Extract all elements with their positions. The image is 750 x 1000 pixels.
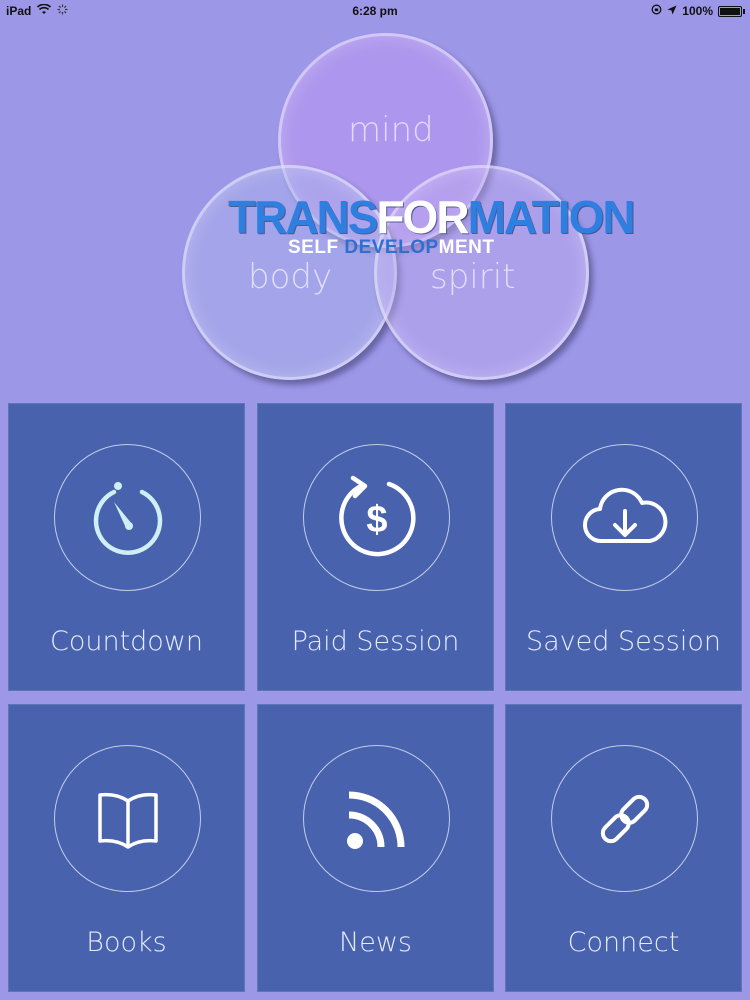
- logo-title: TRANSFORMATION: [228, 190, 636, 244]
- books-tile[interactable]: Books: [8, 704, 245, 992]
- link-icon: [593, 787, 657, 851]
- logo-subtitle: SELF DEVELOPMENT: [288, 237, 494, 259]
- news-icon-circle: [303, 745, 450, 892]
- paid-session-icon-circle: $: [303, 444, 450, 591]
- battery-percent: 100%: [682, 4, 713, 18]
- svg-text:$: $: [366, 499, 387, 541]
- app-logo: mind body spirit TRANSFORMATION SELF DEV…: [170, 25, 636, 385]
- paid-session-label: Paid Session: [291, 626, 460, 657]
- logo-title-part: MATION: [467, 191, 636, 243]
- connect-icon-circle: [551, 745, 698, 892]
- news-tile[interactable]: News: [257, 704, 494, 992]
- body-label: body: [248, 257, 333, 297]
- rotation-lock-icon: [651, 4, 662, 18]
- book-icon: [96, 789, 160, 849]
- saved-session-icon-circle: [551, 444, 698, 591]
- books-icon-circle: [54, 745, 201, 892]
- countdown-icon-circle: [54, 444, 201, 591]
- connect-tile[interactable]: Connect: [505, 704, 742, 992]
- status-bar: iPad 6:28 pm 100%: [0, 0, 750, 22]
- mind-label: mind: [348, 110, 434, 150]
- logo-title-part: TRANS: [228, 191, 378, 243]
- paid-session-tile[interactable]: $ Paid Session: [257, 403, 494, 691]
- cloud-download-icon: [580, 483, 670, 553]
- countdown-label: Countdown: [49, 626, 204, 657]
- rss-icon: [345, 787, 409, 851]
- books-label: Books: [86, 927, 167, 958]
- dollar-refresh-icon: $: [331, 472, 423, 564]
- logo-subtitle-part: DEVELOP: [344, 237, 439, 258]
- location-arrow-icon: [667, 4, 677, 18]
- saved-session-tile[interactable]: Saved Session: [505, 403, 742, 691]
- news-label: News: [339, 927, 412, 958]
- logo-subtitle-part: SELF: [288, 237, 345, 258]
- stopwatch-icon: [88, 478, 168, 558]
- status-time: 6:28 pm: [352, 4, 398, 18]
- spirit-label: spirit: [430, 257, 516, 297]
- logo-subtitle-part: MENT: [438, 237, 495, 258]
- connect-label: Connect: [567, 927, 680, 958]
- battery-icon: [718, 5, 745, 17]
- saved-session-label: Saved Session: [525, 626, 721, 657]
- logo-title-part: FOR: [376, 191, 469, 243]
- countdown-tile[interactable]: Countdown: [8, 403, 245, 691]
